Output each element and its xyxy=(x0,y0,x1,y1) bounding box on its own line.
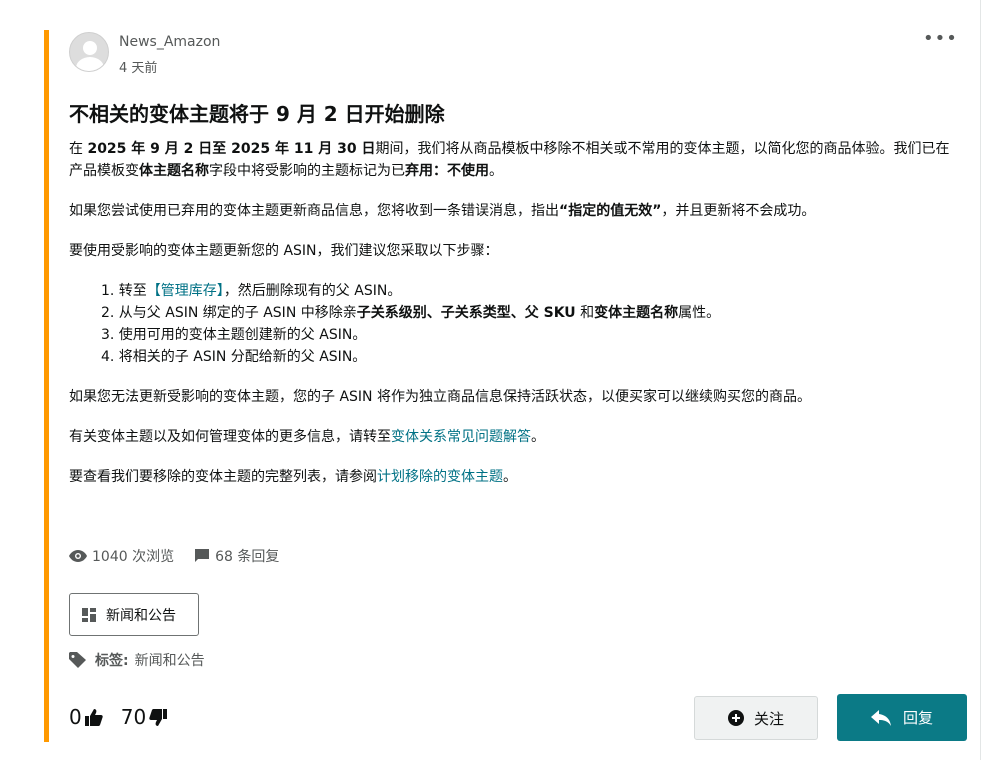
manage-inventory-link[interactable]: 【管理库存】 xyxy=(147,283,224,299)
thumbs-up-icon xyxy=(84,708,103,726)
tags-label: 标签: xyxy=(95,653,129,669)
comment-icon xyxy=(195,549,210,562)
vote-controls: 0 70 xyxy=(69,705,168,729)
accent-bar xyxy=(44,30,49,742)
scrollbar[interactable] xyxy=(980,0,1000,760)
paragraph-5: 有关变体主题以及如何管理变体的更多信息，请转至变体关系常见问题解答。 xyxy=(69,429,545,445)
avatar[interactable] xyxy=(69,32,109,72)
post-card: News_Amazon 4 天前 ••• 不相关的变体主题将于 9 月 2 日开… xyxy=(44,30,974,742)
downvote-count: 70 xyxy=(120,705,147,729)
view-count: 1040 次浏览 xyxy=(69,546,174,566)
paragraph-1: 在 2025 年 9 月 2 日至 2025 年 11 月 30 日期间，我们将… xyxy=(69,141,950,179)
reply-count: 68 条回复 xyxy=(194,546,279,566)
more-icon[interactable]: ••• xyxy=(923,30,957,52)
tag-icon xyxy=(69,652,86,668)
reply-arrow-icon xyxy=(870,709,891,726)
upvote-button[interactable]: 0 xyxy=(69,705,103,729)
author-name[interactable]: News_Amazon xyxy=(119,34,220,50)
list-item: 3. 使用可用的变体主题创建新的父 ASIN。 xyxy=(101,327,367,343)
category-icon xyxy=(82,607,96,622)
tags-row: 标签: 新闻和公告 xyxy=(69,650,205,670)
follow-button[interactable]: 关注 xyxy=(694,696,818,740)
steps-list: 1. 转至【管理库存】，然后删除现有的父 ASIN。 2. 从与父 ASIN 绑… xyxy=(101,280,959,368)
plus-circle-icon xyxy=(727,710,744,726)
post-body: 在 2025 年 9 月 2 日至 2025 年 11 月 30 日期间，我们将… xyxy=(69,138,959,506)
post-stats: 1040 次浏览 68 条回复 xyxy=(69,546,299,566)
upvote-count: 0 xyxy=(69,705,82,729)
thumbs-down-icon xyxy=(149,708,168,726)
post-header: News_Amazon 4 天前 ••• xyxy=(69,30,957,76)
list-item: 4. 将相关的子 ASIN 分配给新的父 ASIN。 xyxy=(101,349,367,365)
list-item: 2. 从与父 ASIN 绑定的子 ASIN 中移除亲子关系级别、子关系类型、父 … xyxy=(101,305,721,321)
reply-button[interactable]: 回复 xyxy=(837,694,967,741)
downvote-button[interactable]: 70 xyxy=(120,705,168,729)
paragraph-4: 如果您无法更新受影响的变体主题，您的子 ASIN 将作为独立商品信息保持活跃状态… xyxy=(69,389,811,405)
planned-removal-link[interactable]: 计划移除的变体主题 xyxy=(377,469,503,485)
paragraph-2: 如果您尝试使用已弃用的变体主题更新商品信息，您将收到一条错误消息，指出“指定的值… xyxy=(69,203,816,219)
tag-link[interactable]: 新闻和公告 xyxy=(135,650,205,670)
post-title: 不相关的变体主题将于 9 月 2 日开始删除 xyxy=(69,102,445,126)
eye-icon xyxy=(69,550,87,562)
list-item: 1. 转至【管理库存】，然后删除现有的父 ASIN。 xyxy=(101,283,402,299)
variation-faq-link[interactable]: 变体关系常见问题解答 xyxy=(391,429,531,445)
paragraph-6: 要查看我们要移除的变体主题的完整列表，请参阅计划移除的变体主题。 xyxy=(69,469,517,485)
category-button[interactable]: 新闻和公告 xyxy=(69,593,199,636)
post-time: 4 天前 xyxy=(119,61,158,76)
paragraph-3: 要使用受影响的变体主题更新您的 ASIN，我们建议您采取以下步骤： xyxy=(69,243,499,259)
